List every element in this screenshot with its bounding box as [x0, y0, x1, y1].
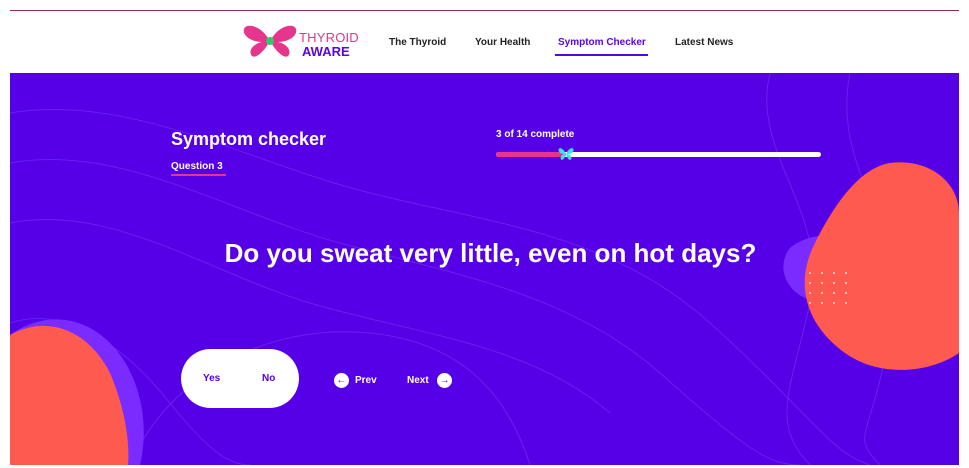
- no-button[interactable]: No: [262, 373, 275, 384]
- progress-fill: [496, 152, 566, 157]
- question-number-underline: [171, 174, 226, 176]
- answer-toggle: Yes No: [181, 349, 299, 408]
- prev-label: Prev: [355, 375, 377, 386]
- question-text: Do you sweat very little, even on hot da…: [224, 238, 757, 268]
- active-nav-underline: [555, 54, 648, 56]
- progress-bar: [496, 148, 821, 160]
- brand-name-line1: THYROID: [299, 30, 359, 45]
- question-number: Question 3: [171, 161, 223, 172]
- decorative-background: [10, 73, 959, 465]
- nav-the-thyroid[interactable]: The Thyroid: [389, 37, 446, 48]
- arrow-left-icon: ←: [334, 373, 349, 388]
- progress-text: 3 of 14 complete: [496, 129, 575, 140]
- nav-symptom-checker[interactable]: Symptom Checker: [558, 37, 646, 48]
- brand-name-line2: AWARE: [302, 44, 350, 59]
- brand-name: THYROID AWARE: [299, 31, 359, 58]
- arrow-right-icon: →: [437, 373, 452, 388]
- yes-button[interactable]: Yes: [203, 373, 220, 384]
- brand-logo[interactable]: THYROID AWARE: [242, 21, 372, 63]
- checker-title: Symptom checker: [171, 129, 327, 149]
- nav-latest-news[interactable]: Latest News: [675, 37, 733, 48]
- nav-your-health[interactable]: Your Health: [475, 37, 530, 48]
- symptom-checker-section: Symptom checker Question 3 3 of 14 compl…: [10, 73, 959, 465]
- next-label: Next: [407, 375, 429, 386]
- butterfly-icon: [558, 148, 574, 160]
- butterfly-icon: [243, 25, 297, 57]
- site-header: THYROID AWARE The Thyroid Your Health Sy…: [10, 11, 959, 73]
